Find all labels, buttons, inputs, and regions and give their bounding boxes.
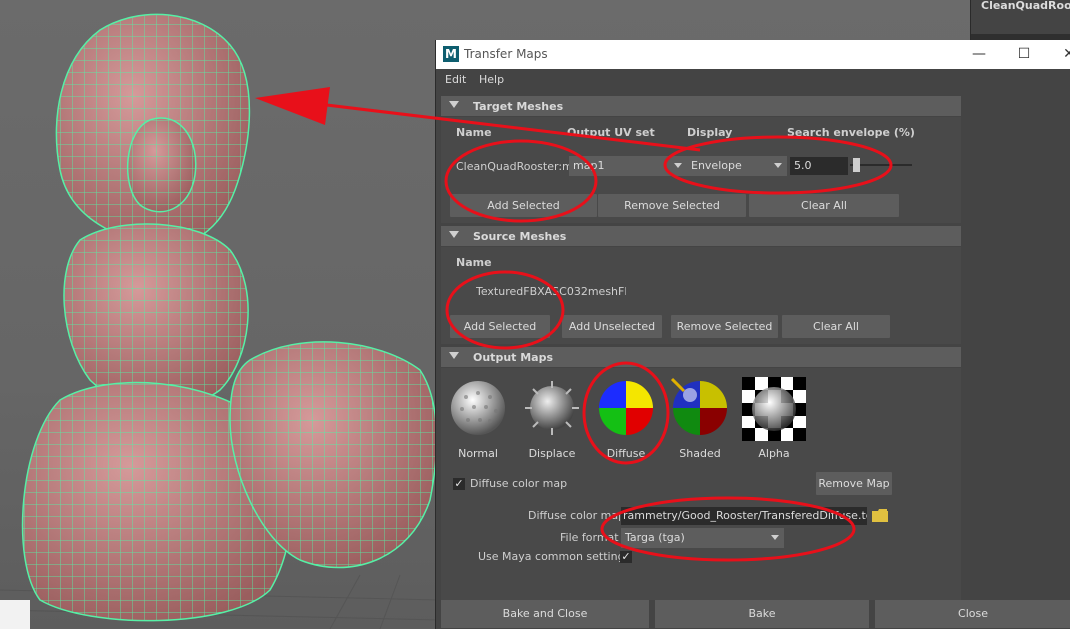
rooster-mesh — [0, 13, 440, 629]
envelope-input[interactable]: 5.0 — [790, 157, 848, 175]
outliner-label[interactable]: CleanQuadRoost — [981, 0, 1070, 12]
target-clear-all-button[interactable]: Clear All — [749, 194, 899, 217]
color-map-path-input[interactable]: rammetry/Good_Rooster/TransferedDiffuse.… — [621, 507, 867, 525]
source-remove-selected-button[interactable]: Remove Selected — [671, 315, 778, 338]
collapse-triangle-icon — [449, 101, 459, 108]
alpha-map-icon[interactable] — [742, 377, 806, 441]
source-add-selected-button[interactable]: Add Selected — [450, 315, 550, 338]
target-add-selected-button[interactable]: Add Selected — [450, 194, 597, 217]
maya-common-settings-label: Use Maya common settings — [478, 550, 631, 563]
file-format-value: Targa (tga) — [625, 531, 685, 544]
menu-help[interactable]: Help — [479, 73, 504, 86]
collapse-triangle-icon — [449, 352, 459, 359]
shaded-map-icon[interactable] — [670, 377, 730, 439]
uv-set-value: map1 — [573, 159, 605, 172]
output-maps-label: Output Maps — [473, 351, 554, 364]
chevron-down-icon — [769, 156, 787, 176]
collapse-triangle-icon — [449, 231, 459, 238]
bake-button[interactable]: Bake — [655, 600, 869, 628]
close-button[interactable]: Close — [875, 600, 1070, 628]
diffuse-color-map-checkbox-label: Diffuse color map — [470, 477, 568, 490]
source-meshes-label: Source Meshes — [473, 230, 567, 243]
maximize-button[interactable]: ☐ — [1001, 40, 1047, 69]
diffuse-color-map-checkbox[interactable]: ✓ — [453, 478, 465, 490]
target-col-display: Display — [687, 126, 733, 139]
normal-map-label: Normal — [458, 447, 498, 460]
display-dropdown[interactable]: Envelope — [687, 156, 787, 176]
target-mesh-name[interactable]: CleanQuadRooster:mesh — [456, 160, 571, 173]
color-map-label: Diffuse color map — [528, 509, 620, 522]
source-add-unselected-button[interactable]: Add Unselected — [562, 315, 662, 338]
folder-icon[interactable] — [872, 509, 888, 522]
output-maps-header[interactable]: Output Maps — [441, 347, 961, 367]
target-remove-selected-button[interactable]: Remove Selected — [598, 194, 746, 217]
displace-map-icon[interactable] — [522, 377, 582, 439]
chevron-down-icon — [669, 156, 687, 176]
envelope-slider[interactable] — [850, 158, 912, 172]
source-mesh-name[interactable]: TexturedFBXASC032meshFBXA — [476, 285, 626, 298]
shaded-map-label: Shaded — [679, 447, 721, 460]
source-meshes-header[interactable]: Source Meshes — [441, 226, 961, 246]
file-format-label: File format — [560, 531, 619, 544]
maya-logo-icon: M — [443, 46, 459, 62]
menu-edit[interactable]: Edit — [445, 73, 466, 86]
maya-common-settings-checkbox[interactable]: ✓ — [620, 551, 632, 563]
window-title: Transfer Maps — [464, 47, 548, 61]
remove-map-button[interactable]: Remove Map — [816, 472, 892, 495]
diffuse-map-label: Diffuse — [606, 447, 646, 460]
file-format-dropdown[interactable]: Targa (tga) — [621, 528, 784, 548]
chevron-down-icon — [766, 528, 784, 548]
normal-map-icon[interactable] — [448, 377, 508, 439]
target-col-uv: Output UV set — [567, 126, 655, 139]
menu-bar: Edit Help — [436, 69, 1070, 91]
alpha-map-label: Alpha — [758, 447, 790, 460]
target-col-envelope: Search envelope (%) — [787, 126, 915, 139]
displace-map-label: Displace — [528, 447, 576, 460]
target-meshes-label: Target Meshes — [473, 100, 564, 113]
source-clear-all-button[interactable]: Clear All — [782, 315, 890, 338]
close-window-button[interactable]: ✕ — [1046, 40, 1070, 69]
target-col-name: Name — [456, 126, 492, 139]
source-col-name: Name — [456, 256, 492, 269]
uv-set-dropdown[interactable]: map1 — [569, 156, 687, 176]
outliner-panel[interactable]: CleanQuadRoost — [970, 0, 1070, 40]
envelope-slider-handle[interactable] — [852, 158, 860, 172]
diffuse-map-icon[interactable] — [596, 377, 656, 439]
minimize-button[interactable]: — — [956, 40, 1002, 69]
transfer-maps-window: M Transfer Maps — ☐ ✕ Edit Help Target M… — [435, 40, 1070, 629]
bake-and-close-button[interactable]: Bake and Close — [441, 600, 649, 628]
target-meshes-header[interactable]: Target Meshes — [441, 96, 961, 116]
display-value: Envelope — [691, 159, 742, 172]
title-bar[interactable]: M Transfer Maps — ☐ ✕ — [436, 40, 1070, 69]
